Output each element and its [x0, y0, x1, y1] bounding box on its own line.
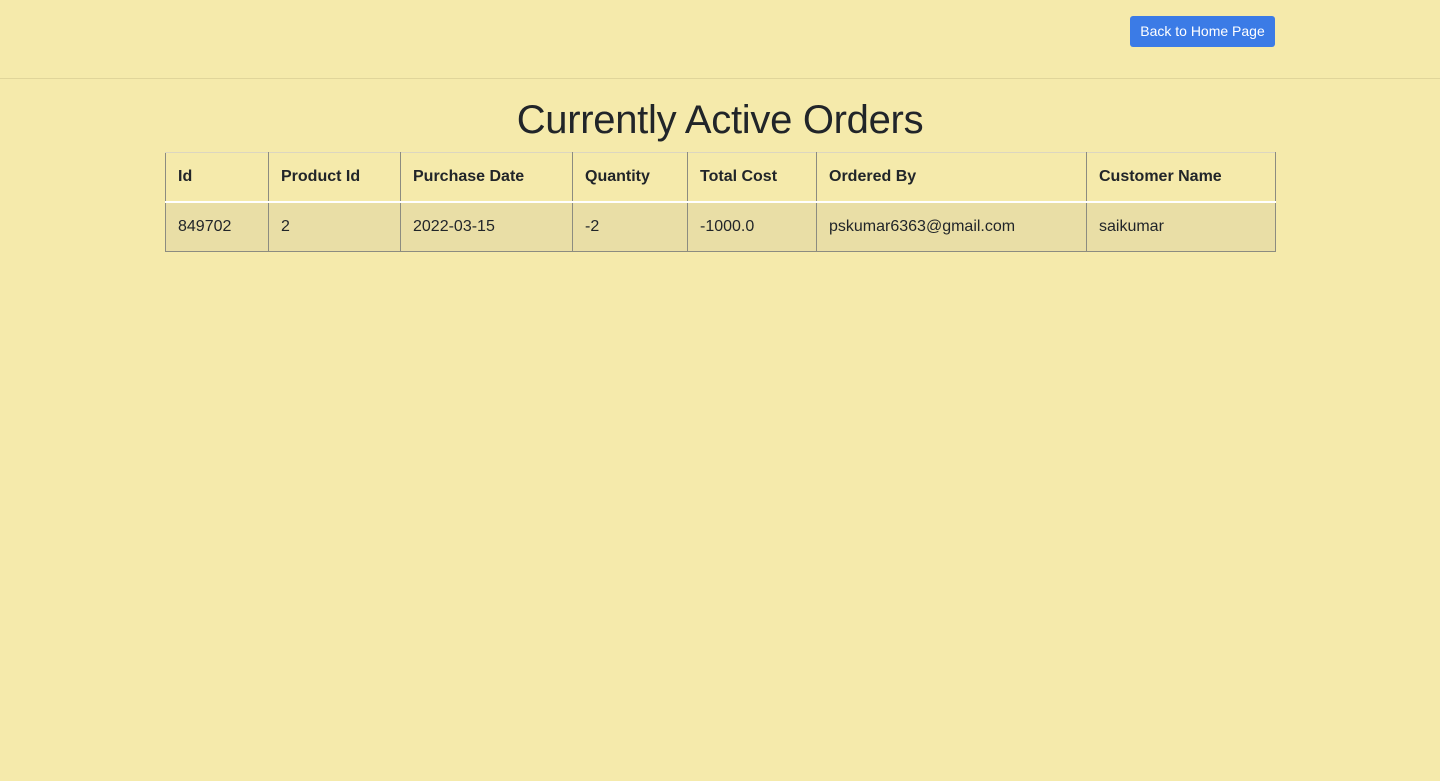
cell-id: 849702	[165, 201, 269, 252]
top-bar: Back to Home Page	[0, 0, 1440, 79]
column-header-purchase-date: Purchase Date	[400, 152, 573, 203]
orders-table: Id Product Id Purchase Date Quantity Tot…	[165, 152, 1276, 252]
cell-total-cost: -1000.0	[687, 201, 817, 252]
column-header-product-id: Product Id	[268, 152, 401, 203]
page-title: Currently Active Orders	[516, 98, 924, 142]
column-header-customer-name: Customer Name	[1086, 152, 1276, 203]
back-to-home-button[interactable]: Back to Home Page	[1130, 16, 1275, 47]
table-row: 849702 2 2022-03-15 -2 -1000.0 pskumar63…	[165, 201, 1276, 252]
cell-ordered-by: pskumar6363@gmail.com	[816, 201, 1087, 252]
column-header-quantity: Quantity	[572, 152, 688, 203]
column-header-id: Id	[165, 152, 269, 203]
table-header-row: Id Product Id Purchase Date Quantity Tot…	[165, 152, 1276, 203]
cell-customer-name: saikumar	[1086, 201, 1276, 252]
cell-product-id: 2	[268, 201, 401, 252]
cell-purchase-date: 2022-03-15	[400, 201, 573, 252]
column-header-total-cost: Total Cost	[687, 152, 817, 203]
cell-quantity: -2	[572, 201, 688, 252]
column-header-ordered-by: Ordered By	[816, 152, 1087, 203]
